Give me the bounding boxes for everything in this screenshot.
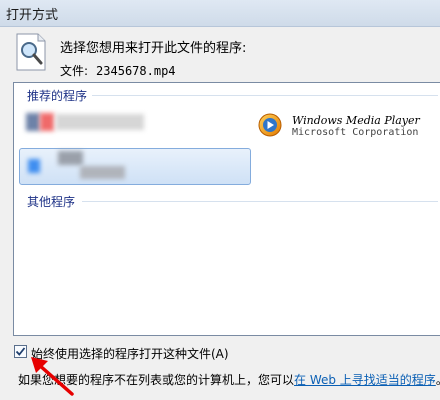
program-icon-redacted [26,113,40,131]
recommended-programs-header[interactable]: 推荐的程序 [27,87,87,103]
always-use-checkbox[interactable] [14,345,27,358]
file-name: 2345678.mp4 [96,64,176,78]
other-divider [82,201,438,202]
window-title: 打开方式 [6,8,59,23]
program-name-redacted [56,114,144,130]
file-line: 文件: 2345678.mp4 [60,62,176,79]
program-name-redacted [58,151,83,165]
program-item-redacted-1[interactable] [22,108,152,138]
windows-media-player-icon [258,113,282,137]
program-name: Windows Media Player [292,114,420,127]
other-programs-header[interactable]: 其他程序 [27,193,75,209]
program-item-selected[interactable] [19,148,251,185]
checkmark-icon [15,347,26,356]
title-bar: 打开方式 [0,0,440,27]
dialog-header: 选择您想用来打开此文件的程序: 文件: 2345678.mp4 [0,27,440,80]
find-program-on-web-link[interactable]: 在 Web 上寻找适当的程序 [294,373,436,387]
file-label: 文件: [60,64,89,78]
program-icon-redacted [28,159,40,173]
recommended-divider [92,95,438,96]
help-suffix: 。 [436,373,440,387]
search-file-icon [16,33,46,71]
program-icon-redacted-part [40,113,54,131]
prompt-text: 选择您想用来打开此文件的程序: [60,41,247,56]
program-vendor-redacted [80,166,125,179]
program-vendor: Microsoft Corporation [292,127,419,138]
help-text: 如果您想要的程序不在列表或您的计算机上，您可以在 Web 上寻找适当的程序。 [18,371,440,388]
annotation-arrow-icon [31,357,74,396]
